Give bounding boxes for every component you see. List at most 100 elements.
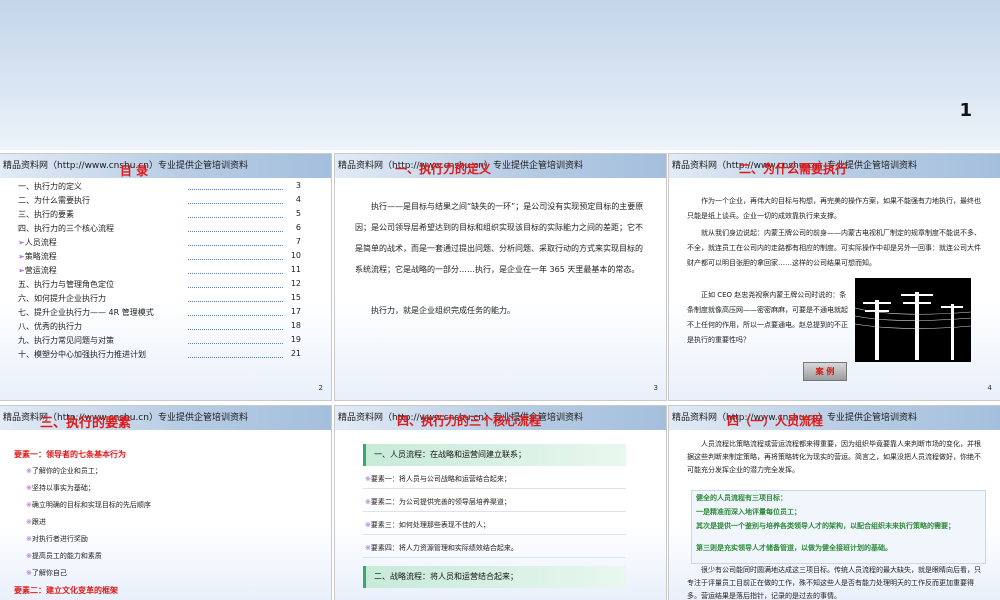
toc-leader-dots bbox=[188, 203, 283, 204]
people-process-intro: 人员流程比策略流程或营运流程都来得重要，因为组织毕竟要靠人来判断市场的变化，并根… bbox=[687, 440, 981, 474]
toc-item-text: 八、优秀的执行力 bbox=[18, 322, 82, 331]
toc-item-page: 11 bbox=[290, 265, 301, 274]
top-slide-strip: 1 bbox=[0, 0, 1000, 150]
arrow-bullet-icon: ➢ bbox=[18, 252, 25, 261]
toc-leader-dots bbox=[188, 343, 283, 344]
list-item: ※提高员工的能力和素质 bbox=[26, 551, 102, 561]
toc-leader-dots bbox=[188, 287, 283, 288]
list-item: ※跟进 bbox=[26, 517, 46, 527]
slide-thumbnail-core-processes[interactable]: 精品资料网（http://www.cnshu.cn）专业提供企管培训资料 四、执… bbox=[335, 406, 666, 600]
toc-item-page: 3 bbox=[295, 181, 301, 190]
toc-item-label: 五、执行力与管理角色定位 bbox=[18, 279, 114, 290]
people-process-detail: 很少有公司能同时圆满地达成这三项目标。传统人员流程的最大缺失，就是眼睛向后看，只… bbox=[687, 566, 981, 600]
slide-thumbnail-definition[interactable]: 精品资料网（http://www.cnshu.cn）专业提供企管培训资料 一、执… bbox=[335, 154, 666, 400]
why-paragraph-1: 作为一个企业，再伟大的目标与构想，再完美的操作方案，如果不能强有力地执行，最终也… bbox=[687, 197, 981, 220]
toc-item[interactable]: 十、模塑分中心加强执行力推进计划 21 bbox=[18, 349, 301, 363]
list-item-text: 要素二：为公司提供完善的领导层培养渠道； bbox=[370, 498, 511, 506]
toc-item-text: 六、如何提升企业执行力 bbox=[18, 294, 106, 303]
list-item: ※了解你的企业和员工； bbox=[26, 466, 102, 476]
toc-item-text: 营运流程 bbox=[24, 266, 57, 275]
list-item: ※了解你自己 bbox=[26, 568, 67, 578]
case-button[interactable]: 案 例 bbox=[803, 362, 847, 381]
toc-item-text: 策略流程 bbox=[24, 252, 57, 261]
row-divider bbox=[363, 488, 626, 489]
toc-item-label: 一、执行力的定义 bbox=[18, 181, 82, 192]
toc-leader-dots bbox=[188, 357, 283, 358]
toc-item[interactable]: 一、执行力的定义 3 bbox=[18, 181, 301, 195]
toc-item-label: 二、为什么需要执行 bbox=[18, 195, 90, 206]
toc-leader-dots bbox=[188, 217, 283, 218]
list-item-text: 确立明确的目标和实现目标的先后顺序 bbox=[31, 501, 151, 509]
toc-item-text: 五、执行力与管理角色定位 bbox=[18, 280, 114, 289]
slide-thumbnail-elements[interactable]: 精品资料网（http://www.cnshu.cn）专业提供企管培训资料 三、执… bbox=[0, 406, 331, 600]
slide-page-number: 2 bbox=[318, 384, 323, 392]
toc-leader-dots bbox=[188, 231, 283, 232]
toc-item[interactable]: 六、如何提升企业执行力 15 bbox=[18, 293, 301, 307]
power-lines-photo bbox=[854, 278, 972, 362]
toc-item-text: 十、模塑分中心加强执行力推进计划 bbox=[18, 350, 146, 359]
toc-leader-dots bbox=[188, 259, 283, 260]
list-item-text: 要素一：将人员与公司战略和运营结合起来； bbox=[370, 475, 511, 483]
toc-leader-dots bbox=[188, 273, 283, 274]
slide-page-number: 4 bbox=[987, 384, 992, 392]
goal-line: 一是精准而深入地评量每位员工； bbox=[696, 508, 801, 516]
list-item-text: 要素四：将人力资源管理和实际绩效结合起来。 bbox=[370, 544, 518, 552]
slide-thumbnail-toc[interactable]: 精品资料网（http://www.cnshu.cn）专业提供企管培训资料 目 录… bbox=[0, 154, 331, 400]
toc-item[interactable]: 四、执行力的三个核心流程 6 bbox=[18, 223, 301, 237]
toc-item-text: 三、执行的要素 bbox=[18, 210, 74, 219]
list-item: ※要素一：将人员与公司战略和运营结合起来； bbox=[365, 474, 511, 484]
toc-item-page: 12 bbox=[290, 279, 301, 288]
toc-item[interactable]: 二、为什么需要执行 4 bbox=[18, 195, 301, 209]
toc-item-page: 7 bbox=[295, 237, 301, 246]
arrow-bullet-icon: ➢ bbox=[18, 266, 25, 275]
slide-header: 精品资料网（http://www.cnshu.cn）专业提供企管培训资料 bbox=[669, 406, 1000, 430]
toc-item-label: 八、优秀的执行力 bbox=[18, 321, 82, 332]
toc-item[interactable]: ➢策略流程 10 bbox=[18, 251, 301, 265]
toc-item-page: 6 bbox=[295, 223, 301, 232]
list-item: ※要素二：为公司提供完善的领导层培养渠道； bbox=[365, 497, 511, 507]
list-item: ※坚持以事实为基础； bbox=[26, 483, 95, 493]
slide-thumbnail-people-process[interactable]: 精品资料网（http://www.cnshu.cn）专业提供企管培训资料 四（一… bbox=[669, 406, 1000, 600]
toc-item[interactable]: 五、执行力与管理角色定位 12 bbox=[18, 279, 301, 293]
definition-summary: 执行力，就是企业组织完成任务的能力。 bbox=[371, 306, 515, 315]
row-divider bbox=[363, 511, 626, 512]
slide-header: 精品资料网（http://www.cnshu.cn）专业提供企管培训资料 bbox=[335, 154, 666, 178]
toc-item[interactable]: ➢人员流程 7 bbox=[18, 237, 301, 251]
toc-item[interactable]: 九、执行力常见问题与对策 19 bbox=[18, 335, 301, 349]
toc-item-label: 四、执行力的三个核心流程 bbox=[18, 223, 114, 234]
slide-title: 三、执行的要素 bbox=[40, 416, 132, 431]
list-item: ※确立明确的目标和实现目标的先后顺序 bbox=[26, 500, 151, 510]
toc-item-text: 二、为什么需要执行 bbox=[18, 196, 90, 205]
toc-item[interactable]: ➢营运流程 11 bbox=[18, 265, 301, 279]
toc-item-label: 九、执行力常见问题与对策 bbox=[18, 335, 114, 346]
slide-title: 四（一）人员流程 bbox=[727, 414, 824, 428]
slide-thumbnail-why-execute[interactable]: 精品资料网（http://www.cnshu.cn）专业提供企管培训资料 二、为… bbox=[669, 154, 1000, 400]
slide-page-number: 3 bbox=[653, 384, 658, 392]
goal-line: 其次是提供一个鉴别与培养各类领导人才的架构，以配合组织未来执行策略的需要； bbox=[696, 522, 955, 530]
toc-item-page: 21 bbox=[290, 349, 301, 358]
list-item: ※要素三：如何处理那些表现不佳的人； bbox=[365, 520, 490, 530]
row-divider bbox=[363, 534, 626, 535]
toc-item[interactable]: 七、提升企业执行力—— 4R 管理模式 17 bbox=[18, 307, 301, 321]
why-paragraph-2: 就从我们身边说起：内蒙王牌公司的前身——内蒙古电视机厂制定的规章制度不能说不多、… bbox=[687, 229, 981, 267]
why-paragraph-3: 正如 CEO 赵忠尧视察内蒙王牌公司时说的：条条制度就像高压网——密密麻麻，可要… bbox=[687, 291, 848, 344]
definition-paragraph: 执行——是目标与结果之间“缺失的一环”；是公司没有实现预定目标的主要原因；是公司… bbox=[355, 202, 644, 274]
toc-item-label: ➢人员流程 bbox=[18, 237, 57, 248]
toc-item-page: 5 bbox=[295, 209, 301, 218]
slide-title: 目 录 bbox=[120, 164, 149, 178]
toc-leader-dots bbox=[188, 315, 283, 316]
goals-heading: 健全的人员流程有三项目标： bbox=[696, 494, 787, 502]
element-one-heading: 要素一：领导者的七条基本行为 bbox=[14, 450, 126, 459]
list-item-text: 坚持以事实为基础； bbox=[31, 484, 95, 492]
toc-item[interactable]: 三、执行的要素 5 bbox=[18, 209, 301, 223]
slide-title: 四、执行力的三个核心流程 bbox=[397, 414, 542, 428]
list-item: ※对执行者进行奖励 bbox=[26, 534, 88, 544]
toc-leader-dots bbox=[188, 329, 283, 330]
toc-item[interactable]: 八、优秀的执行力 18 bbox=[18, 321, 301, 335]
toc-item-page: 10 bbox=[290, 251, 301, 260]
toc-item-label: 六、如何提升企业执行力 bbox=[18, 293, 106, 304]
list-item-text: 了解你的企业和员工； bbox=[31, 467, 102, 475]
list-item-text: 了解你自己 bbox=[31, 569, 67, 577]
strategy-process-bar: 二、战略流程：将人员和运营结合起来； bbox=[363, 566, 626, 588]
goal-line: 第三则是充实领导人才储备管道，以做为健全接班计划的基础。 bbox=[696, 544, 892, 552]
